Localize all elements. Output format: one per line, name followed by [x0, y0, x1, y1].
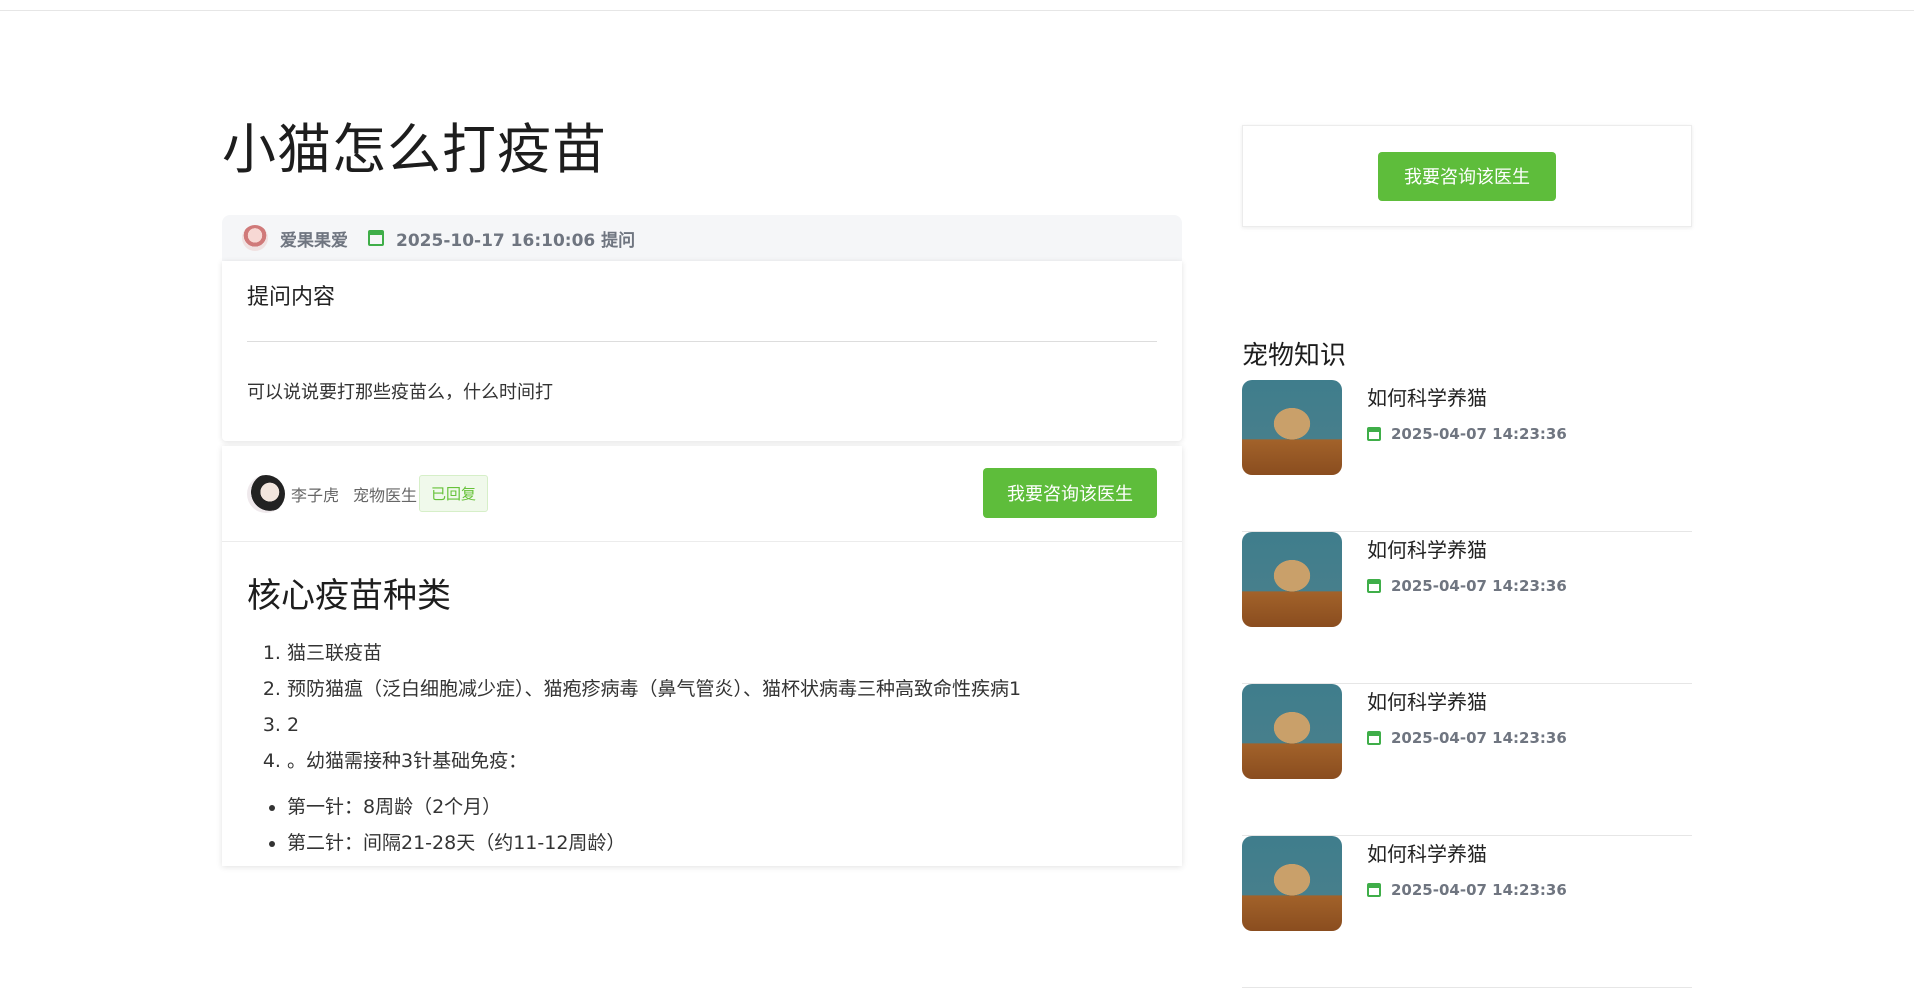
cat-thumbnail[interactable] — [1242, 380, 1342, 475]
calendar-icon — [1367, 427, 1381, 441]
list-item[interactable]: 如何科学养猫 2025-04-07 14:23:36 — [1242, 380, 1692, 532]
pet-knowledge-list: 如何科学养猫 2025-04-07 14:23:36 如何科学养猫 2025-0… — [1242, 380, 1692, 988]
cat-thumbnail[interactable] — [1242, 836, 1342, 931]
consult-box: 我要咨询该医生 — [1242, 125, 1692, 227]
cat-thumbnail[interactable] — [1242, 532, 1342, 627]
calendar-icon — [1367, 883, 1381, 897]
asker-avatar[interactable] — [242, 225, 268, 251]
article-date: 2025-04-07 14:23:36 — [1391, 577, 1567, 595]
article-date-row: 2025-04-07 14:23:36 — [1367, 729, 1567, 747]
doctor-name[interactable]: 李子虎 — [291, 482, 339, 506]
sidebar-consult-button[interactable]: 我要咨询该医生 — [1378, 151, 1556, 201]
list-item[interactable]: 如何科学养猫 2025-04-07 14:23:36 — [1242, 836, 1692, 988]
answer-body: 核心疫苗种类 猫三联疫苗 预防猫瘟（泛白细胞减少症）、猫疱疹病毒（鼻气管炎）、猫… — [222, 542, 1182, 861]
pet-knowledge-title: 宠物知识 — [1242, 341, 1347, 371]
article-date: 2025-04-07 14:23:36 — [1391, 881, 1567, 899]
answer-heading: 核心疫苗种类 — [247, 576, 451, 616]
list-item: 第一针：8周龄（2个月） — [287, 789, 1157, 825]
vaccine-schedule-list: 第一针：8周龄（2个月） 第二针：间隔21-28天（约11-12周龄） — [247, 789, 1157, 861]
question-datetime: 2025-10-17 16:10:06 提问 — [396, 230, 636, 251]
doctor-avatar[interactable] — [247, 474, 285, 513]
question-content-heading: 提问内容 — [247, 283, 1157, 342]
article-date-row: 2025-04-07 14:23:36 — [1367, 425, 1567, 443]
asker-name[interactable]: 爱果果爱 — [280, 226, 348, 251]
question-content: 可以说说要打那些疫苗么，什么时间打 — [247, 382, 553, 403]
article-title[interactable]: 如何科学养猫 — [1367, 382, 1567, 411]
doctor-title: 宠物医生 — [353, 485, 418, 505]
doctor-info-row: 李子虎 宠物医生 已回复 我要咨询该医生 — [222, 446, 1182, 542]
status-badge: 已回复 — [419, 475, 489, 512]
answer-card: 李子虎 宠物医生 已回复 我要咨询该医生 核心疫苗种类 猫三联疫苗 预防猫瘟（泛… — [222, 446, 1182, 866]
question-card: 提问内容 可以说说要打那些疫苗么，什么时间打 — [222, 261, 1182, 441]
question-meta-bar: 爱果果爱 2025-10-17 16:10:06 提问 — [222, 215, 1182, 261]
calendar-icon — [1367, 731, 1381, 745]
list-item[interactable]: 如何科学养猫 2025-04-07 14:23:36 — [1242, 684, 1692, 836]
calendar-icon — [1367, 579, 1381, 593]
article-date: 2025-04-07 14:23:36 — [1391, 729, 1567, 747]
list-item: 猫三联疫苗 — [287, 635, 1157, 671]
list-item: 2 — [287, 707, 1157, 743]
article-date: 2025-04-07 14:23:36 — [1391, 425, 1567, 443]
article-title[interactable]: 如何科学养猫 — [1367, 534, 1567, 563]
consult-doctor-button[interactable]: 我要咨询该医生 — [983, 468, 1157, 518]
list-item: 预防猫瘟（泛白细胞减少症）、猫疱疹病毒（鼻气管炎）、猫杯状病毒三种高致命性疾病1 — [287, 671, 1157, 707]
article-date-row: 2025-04-07 14:23:36 — [1367, 577, 1567, 595]
cat-thumbnail[interactable] — [1242, 684, 1342, 779]
list-item: 。幼猫需接种3针基础免疫： — [287, 743, 1157, 779]
article-title[interactable]: 如何科学养猫 — [1367, 838, 1567, 867]
article-date-row: 2025-04-07 14:23:36 — [1367, 881, 1567, 899]
vaccine-ordered-list: 猫三联疫苗 预防猫瘟（泛白细胞减少症）、猫疱疹病毒（鼻气管炎）、猫杯状病毒三种高… — [247, 635, 1157, 779]
article-title[interactable]: 如何科学养猫 — [1367, 686, 1567, 715]
calendar-icon — [368, 230, 384, 246]
page-title: 小猫怎么打疫苗 — [222, 118, 607, 181]
list-item[interactable]: 如何科学养猫 2025-04-07 14:23:36 — [1242, 532, 1692, 684]
list-item: 第二针：间隔21-28天（约11-12周龄） — [287, 825, 1157, 861]
top-divider — [0, 10, 1914, 11]
question-column: 小猫怎么打疫苗 爱果果爱 2025-10-17 16:10:06 提问 提问内容… — [222, 115, 1182, 866]
